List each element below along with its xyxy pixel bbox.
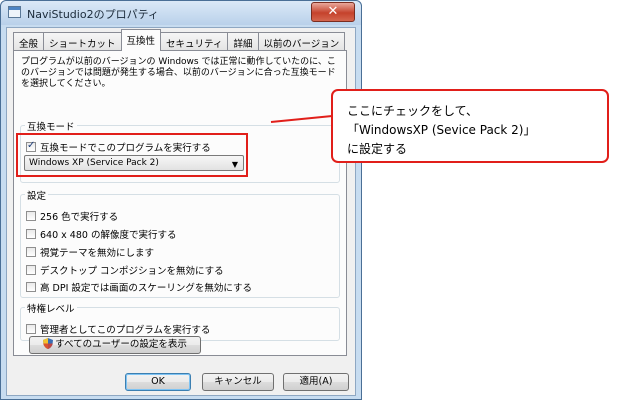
callout-line-1: ここにチェックをして、: [347, 104, 479, 118]
checkbox-icon: [26, 247, 36, 257]
privilege-group-label: 特権レベル: [25, 301, 77, 315]
setting-disable-dpi-scaling-checkbox[interactable]: 高 DPI 設定では画面のスケーリングを無効にする: [26, 280, 252, 294]
ok-button[interactable]: OK: [125, 373, 191, 391]
apply-button[interactable]: 適用(A): [283, 373, 349, 391]
app-icon: [8, 6, 21, 18]
tab-shortcut[interactable]: ショートカット: [43, 32, 122, 51]
close-button[interactable]: ✕: [311, 2, 355, 22]
checkbox-icon: [26, 282, 36, 292]
setting-disable-composition-checkbox[interactable]: デスクトップ コンポジションを無効にする: [26, 263, 224, 277]
show-all-users-label: すべてのユーザーの設定を表示: [55, 339, 187, 350]
checkbox-icon: [26, 229, 36, 239]
compat-mode-select-value: Windows XP (Service Pack 2): [29, 158, 159, 168]
run-as-admin-checkbox[interactable]: 管理者としてこのプログラムを実行する: [26, 322, 210, 336]
settings-group-label: 設定: [25, 188, 49, 202]
show-all-users-settings-button[interactable]: すべてのユーザーの設定を表示: [29, 336, 201, 354]
setting-label: 640 x 480 の解像度で実行する: [40, 230, 177, 241]
title-bar[interactable]: NaviStudio2のプロパティ ✕: [1, 1, 361, 25]
tab-strip: 全般 ショートカット 互換性 セキュリティ 詳細 以前のバージョン: [13, 29, 346, 51]
callout-line-3: に設定する: [347, 142, 408, 156]
tab-previous-versions[interactable]: 以前のバージョン: [257, 32, 346, 51]
checkbox-icon: [26, 265, 36, 275]
tab-security[interactable]: セキュリティ: [160, 32, 229, 51]
dialog-body: 全般 ショートカット 互換性 セキュリティ 詳細 以前のバージョン プログラムが…: [6, 27, 356, 396]
dropdown-arrow-icon: ▼: [231, 160, 238, 169]
uac-shield-icon: [43, 338, 54, 349]
window-title: NaviStudio2のプロパティ: [27, 8, 159, 21]
tab-compatibility[interactable]: 互換性: [120, 29, 162, 51]
checkbox-icon: [26, 211, 36, 221]
setting-label: 高 DPI 設定では画面のスケーリングを無効にする: [40, 283, 252, 294]
cancel-button[interactable]: キャンセル: [202, 373, 274, 391]
compat-mode-checkbox[interactable]: 互換モードでこのプログラムを実行する: [26, 140, 211, 154]
description-text: プログラムが以前のバージョンの Windows では正常に動作していたのに、この…: [21, 57, 336, 89]
compatibility-panel: プログラムが以前のバージョンの Windows では正常に動作していたのに、この…: [13, 50, 347, 356]
tab-general[interactable]: 全般: [13, 32, 45, 51]
setting-disable-themes-checkbox[interactable]: 視覚テーマを無効にします: [26, 245, 154, 259]
setting-256-colors-checkbox[interactable]: 256 色で実行する: [26, 209, 118, 223]
setting-label: デスクトップ コンポジションを無効にする: [40, 266, 224, 277]
checkbox-checked-icon: [26, 140, 36, 152]
annotation-callout: ここにチェックをして、 「WindowsXP (Sevice Pack 2)」 …: [331, 89, 609, 163]
run-as-admin-label: 管理者としてこのプログラムを実行する: [40, 325, 211, 336]
tab-details[interactable]: 詳細: [227, 32, 259, 51]
properties-dialog: NaviStudio2のプロパティ ✕ 全般 ショートカット 互換性 セキュリテ…: [0, 0, 362, 400]
compat-mode-group-label: 互換モード: [25, 119, 77, 133]
setting-label: 視覚テーマを無効にします: [40, 248, 155, 259]
compat-mode-checkbox-label: 互換モードでこのプログラムを実行する: [40, 143, 211, 154]
compat-mode-select[interactable]: Windows XP (Service Pack 2) ▼: [24, 155, 244, 171]
checkbox-icon: [26, 324, 36, 334]
setting-label: 256 色で実行する: [40, 212, 119, 223]
callout-line-2: 「WindowsXP (Sevice Pack 2)」: [347, 123, 536, 137]
setting-640x480-checkbox[interactable]: 640 x 480 の解像度で実行する: [26, 227, 176, 241]
